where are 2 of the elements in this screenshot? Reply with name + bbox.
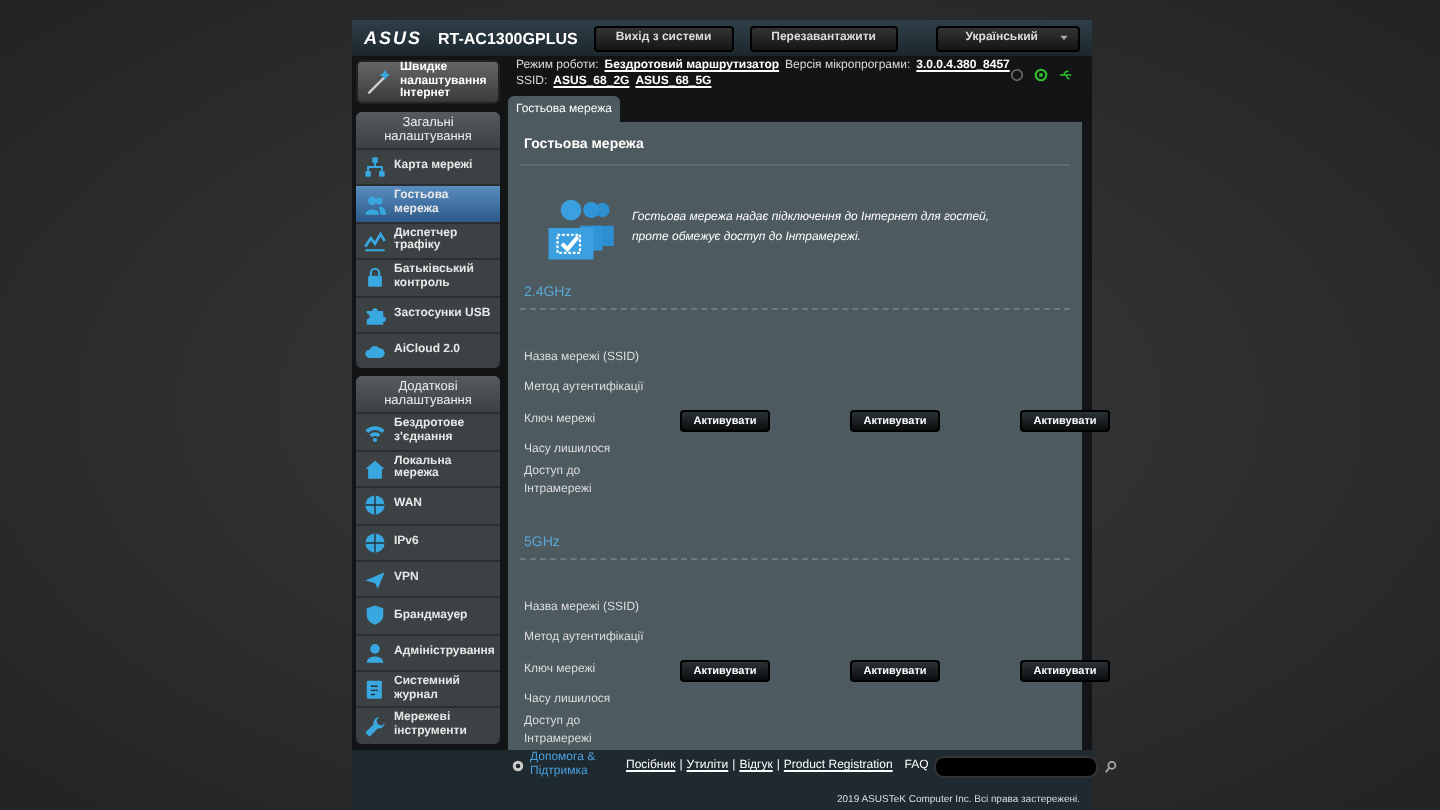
- model-name: RT-AC1300GPLUS: [438, 29, 578, 47]
- logo: ASUS: [364, 28, 423, 48]
